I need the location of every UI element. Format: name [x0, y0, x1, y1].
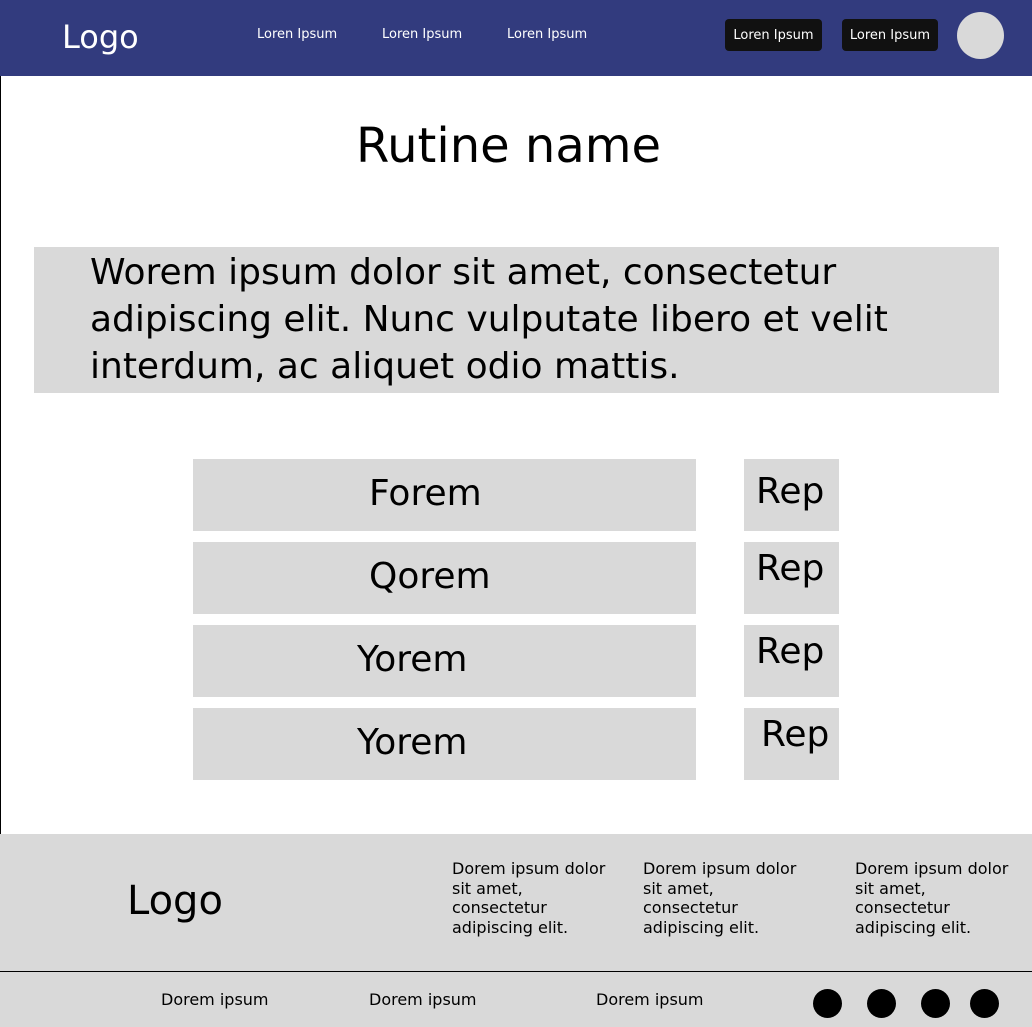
routine-description: Worem ipsum dolor sit amet, consectetur … [90, 252, 888, 387]
social-icon[interactable] [970, 989, 999, 1018]
rep-label: Rep [756, 548, 825, 589]
exercise-name: Qorem [369, 556, 491, 597]
footer-logo[interactable]: Logo [127, 878, 223, 924]
rep-label: Rep [761, 714, 830, 755]
header-button-1[interactable]: Loren Ipsum [725, 19, 822, 51]
footer-link-1[interactable]: Dorem ipsum [161, 990, 269, 1009]
user-avatar[interactable] [957, 12, 1004, 59]
page-left-border [0, 76, 1, 834]
routine-title: Rutine name [355, 118, 662, 174]
routine-description-box: Worem ipsum dolor sit amet, consectetur … [34, 247, 999, 393]
rep-label: Rep [756, 631, 825, 672]
footer: Logo Dorem ipsum dolor sit amet, consect… [0, 834, 1032, 971]
social-icon[interactable] [921, 989, 950, 1018]
footer-column-2: Dorem ipsum dolor sit amet, consectetur … [643, 859, 797, 937]
exercise-row-3[interactable]: Yorem [193, 625, 696, 697]
nav-link-3[interactable]: Loren Ipsum [507, 27, 587, 42]
header-logo[interactable]: Logo [62, 18, 139, 56]
footer-link-2[interactable]: Dorem ipsum [369, 990, 477, 1009]
rep-box-2[interactable]: Rep [744, 542, 839, 614]
footer-link-3[interactable]: Dorem ipsum [596, 990, 704, 1009]
exercise-name: Yorem [357, 722, 468, 763]
nav-link-1[interactable]: Loren Ipsum [257, 27, 337, 42]
nav-link-2[interactable]: Loren Ipsum [382, 27, 462, 42]
footer-column-3: Dorem ipsum dolor sit amet, consectetur … [855, 859, 1009, 937]
subfooter: Dorem ipsum Dorem ipsum Dorem ipsum [0, 972, 1032, 1027]
exercise-name: Yorem [357, 639, 468, 680]
footer-column-1: Dorem ipsum dolor sit amet, consectetur … [452, 859, 606, 937]
exercise-row-4[interactable]: Yorem [193, 708, 696, 780]
exercise-row-1[interactable]: Forem [193, 459, 696, 531]
rep-box-1[interactable]: Rep [744, 459, 839, 531]
social-icon[interactable] [867, 989, 896, 1018]
rep-label: Rep [756, 471, 825, 512]
social-icon[interactable] [813, 989, 842, 1018]
exercise-row-2[interactable]: Qorem [193, 542, 696, 614]
exercise-name: Forem [369, 473, 482, 514]
top-navbar: Logo Loren Ipsum Loren Ipsum Loren Ipsum… [0, 0, 1032, 76]
rep-box-4[interactable]: Rep [744, 708, 839, 780]
header-button-2[interactable]: Loren Ipsum [842, 19, 938, 51]
rep-box-3[interactable]: Rep [744, 625, 839, 697]
